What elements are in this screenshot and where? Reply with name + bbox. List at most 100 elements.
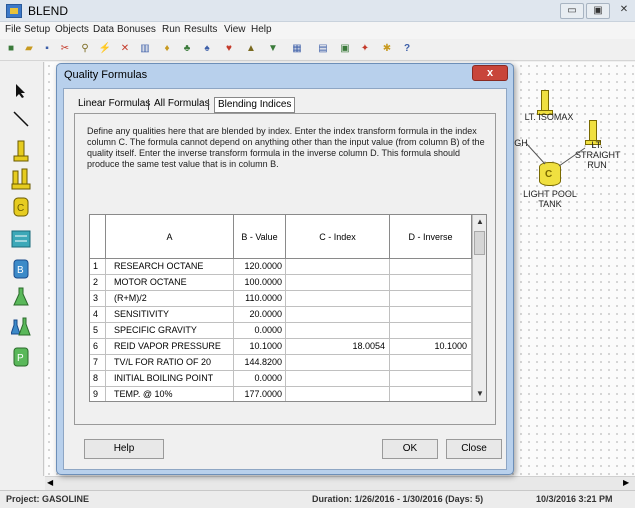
blending-indices-grid[interactable]: A B - Value C - Index D - Inverse 1 RESEA… (89, 214, 487, 402)
value-cell[interactable]: 110.0000 (234, 291, 286, 306)
delete-icon[interactable]: ✕ (118, 42, 132, 56)
inverse-cell[interactable] (390, 259, 472, 274)
arrow-icon[interactable] (10, 80, 32, 102)
index-cell[interactable] (286, 275, 390, 290)
save-icon[interactable]: ▪ (40, 42, 54, 56)
new-icon[interactable]: ■ (4, 42, 18, 56)
paste-icon[interactable]: ⚡ (98, 42, 112, 56)
scroll-right-icon[interactable]: ▶ (623, 478, 629, 487)
tool-icon[interactable]: ▲ (244, 42, 258, 56)
index-cell[interactable] (286, 355, 390, 370)
cut-icon[interactable]: ✂ (58, 42, 72, 56)
tab-linear-formulas[interactable]: Linear Formulas (78, 97, 150, 113)
value-cell[interactable]: 120.0000 (234, 259, 286, 274)
quality-name[interactable]: TV/L FOR RATIO OF 20 (106, 355, 234, 370)
flasks-icon[interactable] (10, 316, 32, 338)
tool-icon[interactable]: ♦ (160, 42, 174, 56)
tool-icon[interactable]: ♣ (180, 42, 194, 56)
table-row[interactable]: 8 INITIAL BOILING POINT 0.0000 (90, 371, 472, 387)
value-cell[interactable]: 177.0000 (234, 387, 286, 401)
table-row[interactable]: 7 TV/L FOR RATIO OF 20 144.8200 (90, 355, 472, 371)
ok-button[interactable]: OK (382, 439, 438, 459)
quality-name[interactable]: SPECIFIC GRAVITY (106, 323, 234, 338)
quality-name[interactable]: TEMP. @ 10% (106, 387, 234, 401)
open-icon[interactable]: ▰ (22, 42, 36, 56)
value-cell[interactable]: 144.8200 (234, 355, 286, 370)
quality-name[interactable]: INITIAL BOILING POINT (106, 371, 234, 386)
tool-icon[interactable]: ▼ (266, 42, 280, 56)
inverse-cell[interactable] (390, 275, 472, 290)
scroll-down-icon[interactable]: ▼ (473, 387, 486, 401)
menu-setup[interactable]: Setup (24, 24, 50, 35)
help-icon[interactable]: ? (400, 42, 414, 56)
table-row[interactable]: 1 RESEARCH OCTANE 120.0000 (90, 259, 472, 275)
scroll-up-icon[interactable]: ▲ (473, 215, 486, 229)
index-cell[interactable] (286, 387, 390, 401)
tab-all-formulas[interactable]: All Formulas (154, 97, 210, 113)
menu-data[interactable]: Data (93, 24, 114, 35)
close-window-button[interactable]: ✕ (612, 3, 635, 19)
inverse-cell[interactable] (390, 371, 472, 386)
inverse-cell[interactable] (390, 291, 472, 306)
tank-icon[interactable]: C (10, 196, 32, 218)
scroll-thumb[interactable] (474, 231, 485, 255)
twin-tower-icon[interactable] (10, 168, 32, 190)
flask-icon[interactable] (10, 286, 32, 308)
minimize-button[interactable]: ▭ (560, 3, 584, 19)
chart-icon[interactable]: ▥ (138, 42, 152, 56)
maximize-button[interactable]: ▣ (586, 3, 610, 19)
menu-objects[interactable]: Objects (55, 24, 89, 35)
network-icon[interactable] (10, 228, 32, 250)
value-cell[interactable]: 0.0000 (234, 323, 286, 338)
table-icon[interactable]: ▤ (316, 42, 330, 56)
dialog-close-button[interactable]: x (472, 65, 508, 81)
menu-bonuses[interactable]: Bonuses (117, 24, 156, 35)
menu-run[interactable]: Run (162, 24, 180, 35)
menu-help[interactable]: Help (251, 24, 272, 35)
tool-icon[interactable]: ✦ (358, 42, 372, 56)
grid-icon[interactable]: ▦ (290, 42, 304, 56)
quality-name[interactable]: SENSITIVITY (106, 307, 234, 322)
canvas-hscroll[interactable]: ◀ ▶ (45, 476, 635, 490)
inverse-cell[interactable] (390, 387, 472, 401)
value-cell[interactable]: 0.0000 (234, 371, 286, 386)
index-cell[interactable] (286, 307, 390, 322)
inverse-cell[interactable] (390, 355, 472, 370)
inverse-cell[interactable]: 10.1000 (390, 339, 472, 354)
value-cell[interactable]: 20.0000 (234, 307, 286, 322)
tool-icon[interactable]: ▣ (338, 42, 352, 56)
inverse-cell[interactable] (390, 323, 472, 338)
index-cell[interactable] (286, 259, 390, 274)
table-row[interactable]: 4 SENSITIVITY 20.0000 (90, 307, 472, 323)
menu-results[interactable]: Results (184, 24, 217, 35)
menu-file[interactable]: File (5, 24, 21, 35)
table-row[interactable]: 5 SPECIFIC GRAVITY 0.0000 (90, 323, 472, 339)
table-row[interactable]: 6 REID VAPOR PRESSURE 10.1000 18.0054 10.100… (90, 339, 472, 355)
value-cell[interactable]: 10.1000 (234, 339, 286, 354)
tool-icon[interactable]: ♠ (200, 42, 214, 56)
grid-vscroll[interactable]: ▲ ▼ (472, 215, 486, 401)
table-row[interactable]: 2 MOTOR OCTANE 100.0000 (90, 275, 472, 291)
product-icon[interactable]: P (10, 346, 32, 368)
tool-icon[interactable]: ✱ (380, 42, 394, 56)
inverse-cell[interactable] (390, 307, 472, 322)
value-cell[interactable]: 100.0000 (234, 275, 286, 290)
copy-icon[interactable]: ⚲ (78, 42, 92, 56)
line-icon[interactable] (10, 108, 32, 130)
index-cell[interactable] (286, 323, 390, 338)
quality-name[interactable]: MOTOR OCTANE (106, 275, 234, 290)
index-cell[interactable] (286, 371, 390, 386)
quality-name[interactable]: REID VAPOR PRESSURE (106, 339, 234, 354)
index-cell[interactable]: 18.0054 (286, 339, 390, 354)
tower-icon[interactable] (10, 140, 32, 162)
quality-name[interactable]: (R+M)/2 (106, 291, 234, 306)
tab-blending-indices[interactable]: Blending Indices (214, 97, 296, 113)
table-row[interactable]: 3 (R+M)/2 110.0000 (90, 291, 472, 307)
tool-icon[interactable]: ♥ (222, 42, 236, 56)
scroll-left-icon[interactable]: ◀ (47, 478, 53, 487)
blender-icon[interactable]: B (10, 258, 32, 280)
close-button[interactable]: Close (446, 439, 502, 459)
index-cell[interactable] (286, 291, 390, 306)
menu-view[interactable]: View (224, 24, 246, 35)
help-button[interactable]: Help (84, 439, 164, 459)
